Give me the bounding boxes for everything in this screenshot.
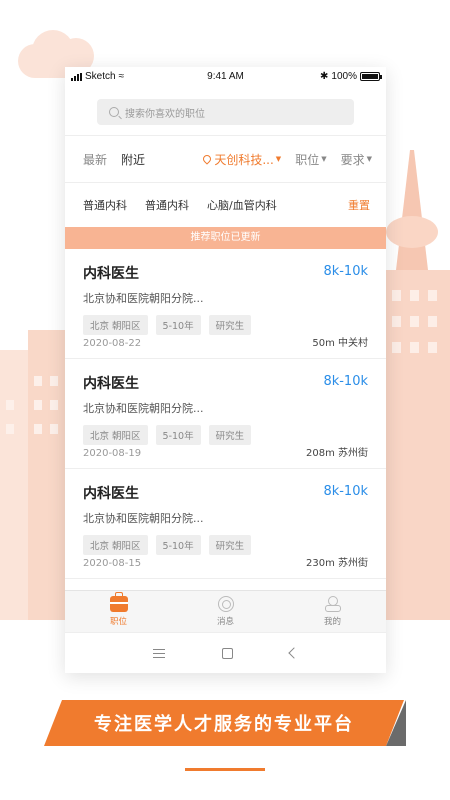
- sort-filter-bar: 最新 附近 天创科技... ▼ 职位 ▼ 要求 ▼: [65, 136, 386, 182]
- job-list: 内科医生 8k-10k 北京协和医院朝阳分院... 北京 朝阳区 5-10年 研…: [65, 249, 386, 579]
- job-tag: 北京 朝阳区: [83, 535, 148, 555]
- caret-down-icon: ▼: [321, 155, 327, 163]
- back-icon[interactable]: [287, 647, 300, 659]
- job-tag: 5-10年: [155, 315, 201, 335]
- job-tag: 北京 朝阳区: [83, 425, 148, 445]
- message-icon: [217, 596, 234, 612]
- job-tag: 研究生: [208, 535, 252, 555]
- user-icon: [324, 596, 341, 612]
- status-bar: Sketch ≈ 9:41 AM ✱ 100%: [65, 67, 386, 87]
- job-salary: 8k-10k: [323, 484, 368, 499]
- decorative-underline: [185, 768, 265, 771]
- search-bar: 搜索你喜欢的职位: [65, 87, 386, 135]
- city-buildings-left: [0, 330, 70, 620]
- job-distance: 50m 中关村: [312, 338, 368, 349]
- job-tag: 北京 朝阳区: [83, 315, 148, 335]
- job-tag: 研究生: [208, 425, 252, 445]
- department-tag[interactable]: 普通内科: [145, 197, 189, 213]
- filter-position[interactable]: 职位 ▼: [295, 151, 326, 168]
- search-input[interactable]: 搜索你喜欢的职位: [97, 99, 354, 125]
- filter-requirement-label: 要求: [340, 152, 365, 167]
- search-icon: [109, 107, 119, 117]
- tab-messages-label: 消息: [216, 617, 234, 627]
- search-placeholder: 搜索你喜欢的职位: [125, 108, 205, 120]
- tab-messages[interactable]: 消息: [172, 591, 279, 632]
- tab-jobs-label: 职位: [109, 617, 127, 627]
- filter-nearby[interactable]: 附近: [121, 151, 145, 168]
- promo-slogan: 专注医学人才服务的专业平台: [44, 700, 404, 746]
- job-salary: 8k-10k: [323, 374, 368, 389]
- update-notice: 推荐职位已更新: [65, 227, 386, 249]
- tab-mine[interactable]: 我的: [279, 591, 386, 632]
- briefcase-icon: [109, 592, 128, 612]
- department-tag-bar: 普通内科 普通内科 心脑/血管内科 重置: [65, 183, 386, 227]
- filter-location[interactable]: 天创科技... ▼: [201, 151, 282, 168]
- system-nav-bar: [65, 632, 386, 673]
- filter-latest[interactable]: 最新: [83, 151, 107, 168]
- job-card[interactable]: 内科医生 8k-10k 北京协和医院朝阳分院... 北京 朝阳区 5-10年 研…: [65, 469, 386, 579]
- location-pin-icon: [201, 153, 214, 165]
- job-date: 2020-08-19: [83, 448, 142, 459]
- department-tag[interactable]: 普通内科: [83, 197, 127, 213]
- job-tag: 研究生: [208, 315, 252, 335]
- caret-down-icon: ▼: [366, 155, 372, 163]
- job-card[interactable]: 内科医生 8k-10k 北京协和医院朝阳分院... 北京 朝阳区 5-10年 研…: [65, 249, 386, 359]
- job-tag: 5-10年: [155, 425, 201, 445]
- department-tag[interactable]: 心脑/血管内科: [207, 197, 277, 213]
- city-buildings-right: [384, 150, 450, 620]
- tab-jobs[interactable]: 职位: [65, 591, 172, 632]
- job-hospital: 北京协和医院朝阳分院...: [83, 402, 204, 415]
- battery-icon: [360, 72, 382, 81]
- job-distance: 230m 苏州街: [305, 558, 368, 569]
- job-hospital: 北京协和医院朝阳分院...: [83, 292, 204, 305]
- promo-banner: 专注医学人才服务的专业平台: [44, 700, 406, 746]
- tab-mine-label: 我的: [323, 617, 341, 627]
- job-distance: 208m 苏州街: [305, 448, 368, 459]
- bottom-tab-bar: 职位 消息 我的: [65, 590, 386, 632]
- filter-location-label: 天创科技...: [214, 152, 274, 167]
- caret-down-icon: ▼: [275, 155, 282, 163]
- job-card[interactable]: 内科医生 8k-10k 北京协和医院朝阳分院... 北京 朝阳区 5-10年 研…: [65, 359, 386, 469]
- job-tag: 5-10年: [155, 535, 201, 555]
- menu-icon[interactable]: [153, 648, 166, 658]
- job-hospital: 北京协和医院朝阳分院...: [83, 512, 204, 525]
- job-date: 2020-08-22: [83, 338, 142, 349]
- job-date: 2020-08-15: [83, 558, 142, 569]
- phone-screen: Sketch ≈ 9:41 AM ✱ 100% 搜索你喜欢的职位 最新 附近 天…: [65, 67, 386, 673]
- reset-button[interactable]: 重置: [348, 197, 370, 213]
- home-icon[interactable]: [221, 647, 233, 659]
- battery-percent: 100%: [331, 71, 357, 82]
- bluetooth-icon: ✱: [320, 71, 329, 82]
- filter-requirement[interactable]: 要求 ▼: [341, 151, 372, 168]
- filter-position-label: 职位: [295, 152, 320, 167]
- job-salary: 8k-10k: [323, 264, 368, 279]
